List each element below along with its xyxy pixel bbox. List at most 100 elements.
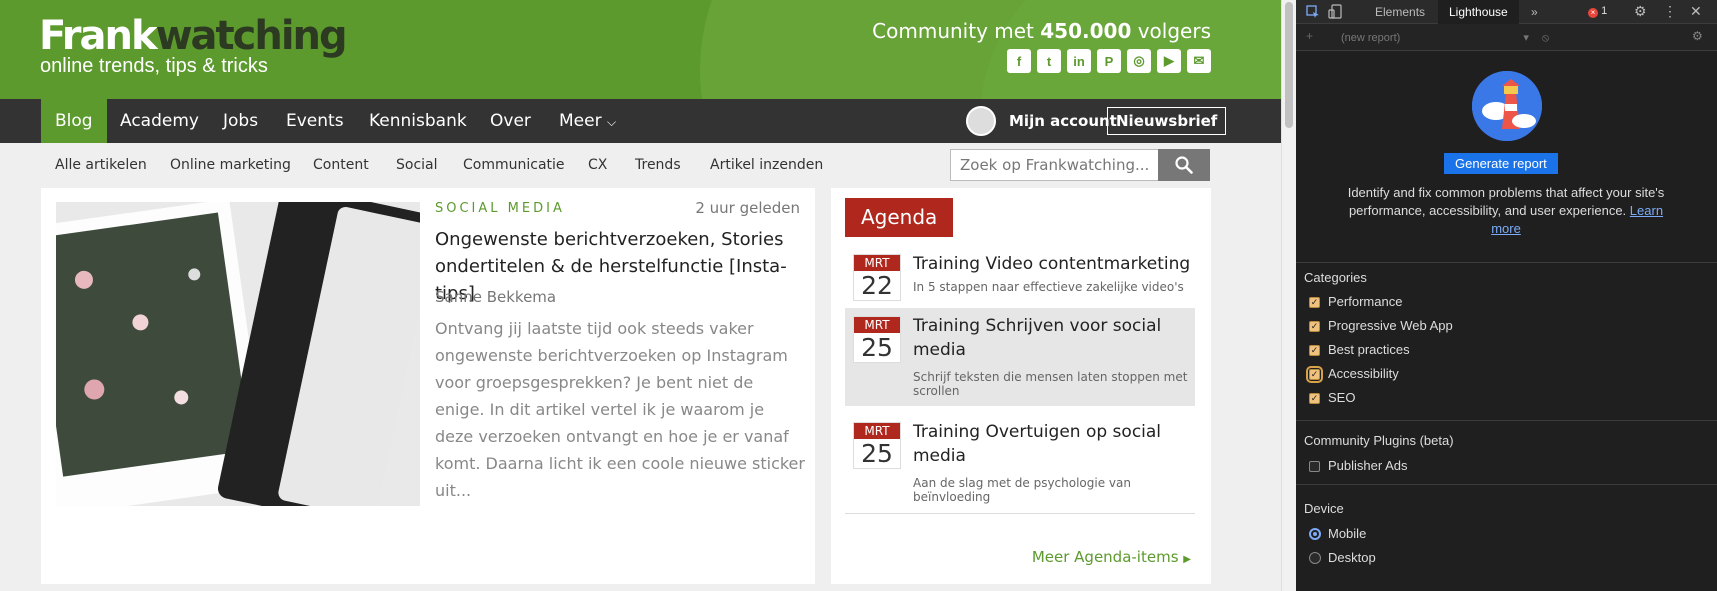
divider [1296,262,1717,263]
agenda-title[interactable]: Training Schrijven voor social media [913,314,1193,362]
agenda-subtitle: Aan de slag met de psychologie van beïnv… [913,476,1131,504]
nav-over[interactable]: Over [476,99,545,143]
site-logo[interactable]: Frankwatching [39,12,348,60]
agenda-title[interactable]: Training Video contentmarketing [913,252,1193,276]
category-best-practices-label[interactable]: Best practices [1328,342,1410,357]
more-agenda-link[interactable]: Meer Agenda-items ▶ [1032,548,1191,566]
checkbox-performance[interactable]: ✓ [1309,297,1320,308]
plugin-publisher-ads-label[interactable]: Publisher Ads [1328,458,1408,473]
radio-mobile[interactable] [1309,528,1321,540]
clear-icon[interactable]: ⦸ [1542,32,1549,44]
agenda-subtitle: Schrijf teksten die mensen laten stoppen… [913,370,1188,398]
avatar[interactable] [966,106,996,136]
inspect-icon[interactable] [1306,5,1320,19]
linkedin-icon[interactable]: in [1067,49,1091,73]
pinterest-icon[interactable]: P [1097,49,1121,73]
radio-desktop[interactable] [1309,552,1321,564]
facebook-icon[interactable]: f [1007,49,1031,73]
page-scrollbar[interactable] [1281,0,1296,591]
kebab-menu-icon[interactable]: ⋮ [1663,3,1677,20]
agenda-date: MRT 22 [853,254,901,301]
agenda-item[interactable]: MRT 22 Training Video contentmarketing In… [845,246,1195,302]
agenda-subtitle: In 5 stappen naar effectieve zakelijke v… [913,280,1184,294]
chevron-down-icon: ⌵ [606,115,617,129]
checkbox-seo[interactable]: ✓ [1309,393,1320,404]
search-input[interactable] [950,149,1159,181]
device-mobile-label[interactable]: Mobile [1328,526,1366,541]
agenda-item[interactable]: MRT 25 Training Overtuigen op social medi… [845,414,1195,514]
category-performance-label[interactable]: Performance [1328,294,1402,309]
nav-meer[interactable]: Meer ⌵ [545,99,630,143]
nav-events[interactable]: Events [272,99,358,143]
error-badge[interactable]: × 1 [1588,5,1607,18]
nav-blog[interactable]: Blog [41,99,107,143]
dropdown-icon: ▾ [1523,32,1529,44]
site-header: Frankwatching online trends, tips & tric… [0,0,1281,99]
subnav-social[interactable]: Social [396,143,438,188]
article-author[interactable]: Sanne Bekkema [435,288,556,306]
category-seo-label[interactable]: SEO [1328,390,1355,405]
error-count: 1 [1601,5,1608,17]
category-pwa-label[interactable]: Progressive Web App [1328,318,1453,333]
subnav-alle-artikelen[interactable]: Alle artikelen [55,143,147,188]
agenda-item[interactable]: MRT 25 Training Schrijven voor social med… [845,308,1195,406]
devtools-panel: Elements Lighthouse » × 1 ⚙ ⋮ ✕ + (new r… [1296,0,1717,591]
category-accessibility-label[interactable]: Accessibility [1328,366,1399,381]
article-photo [56,202,420,506]
device-desktop-label[interactable]: Desktop [1328,550,1376,565]
search-button[interactable] [1158,149,1210,181]
error-icon: × [1588,8,1598,18]
nav-kennisbank[interactable]: Kennisbank [355,99,481,143]
subnav-artikel-inzenden[interactable]: Artikel inzenden [710,143,823,188]
community-prefix: Community met [872,19,1041,43]
search-icon [1175,156,1193,174]
generate-report-button[interactable]: Generate report [1444,153,1558,174]
my-account-link[interactable]: Mijn account [1009,99,1117,143]
subnav-content[interactable]: Content [313,143,369,188]
website-viewport: Frankwatching online trends, tips & tric… [0,0,1281,591]
subnav-cx[interactable]: CX [588,143,607,188]
article-image[interactable] [56,202,420,506]
description-text: Identify and fix common problems that af… [1347,185,1665,218]
agenda-date: MRT 25 [853,422,901,469]
social-links: f t in P ◎ ▶ ✉ [1007,49,1211,73]
youtube-icon[interactable]: ▶ [1157,49,1181,73]
checkbox-publisher-ads[interactable] [1309,461,1320,472]
scrollbar-thumb[interactable] [1285,2,1293,128]
nav-meer-label: Meer [559,111,602,131]
logo-text-watching: watching [155,13,348,59]
article-excerpt: Ontvang jij laatste tijd ook steeds vake… [435,319,805,500]
agenda-month: MRT [854,423,900,439]
devtools-tabbar: Elements Lighthouse » × 1 ⚙ ⋮ ✕ [1296,0,1717,24]
email-icon[interactable]: ✉ [1187,49,1211,73]
subnav-trends[interactable]: Trends [635,143,681,188]
twitter-icon[interactable]: t [1037,49,1061,73]
gear-icon[interactable]: ⚙ [1692,29,1703,43]
more-tabs-icon[interactable]: » [1520,0,1549,24]
add-icon[interactable]: + [1306,29,1313,43]
tab-lighthouse[interactable]: Lighthouse [1438,0,1519,24]
newsletter-button[interactable]: Nieuwsbrief [1107,107,1227,135]
article-category[interactable]: SOCIAL MEDIA [435,201,565,216]
subnav-communicatie[interactable]: Communicatie [463,143,565,188]
tab-elements[interactable]: Elements [1364,0,1436,24]
close-icon[interactable]: ✕ [1690,3,1702,20]
agenda-heading: Agenda [845,198,954,237]
gear-icon[interactable]: ⚙ [1634,3,1647,20]
divider [1296,420,1717,421]
lighthouse-icon [1472,71,1542,141]
nav-academy[interactable]: Academy [106,99,213,143]
instagram-icon[interactable]: ◎ [1127,49,1151,73]
lighthouse-toolbar: + (new report) ▾ ⦸ ⚙ [1296,24,1717,51]
checkbox-best-practices[interactable]: ✓ [1309,345,1320,356]
agenda-title[interactable]: Training Overtuigen op social media [913,420,1193,468]
nav-jobs[interactable]: Jobs [209,99,272,143]
agenda-day: 25 [861,439,893,468]
more-agenda-label: Meer Agenda-items [1031,548,1179,566]
agenda-date: MRT 25 [853,316,901,363]
checkbox-pwa[interactable]: ✓ [1309,321,1320,332]
report-select[interactable]: (new report) ▾ ⦸ [1341,31,1549,45]
subnav-online-marketing[interactable]: Online marketing [170,143,291,188]
device-toggle-icon[interactable] [1328,4,1342,19]
checkbox-accessibility[interactable]: ✓ [1306,366,1323,383]
